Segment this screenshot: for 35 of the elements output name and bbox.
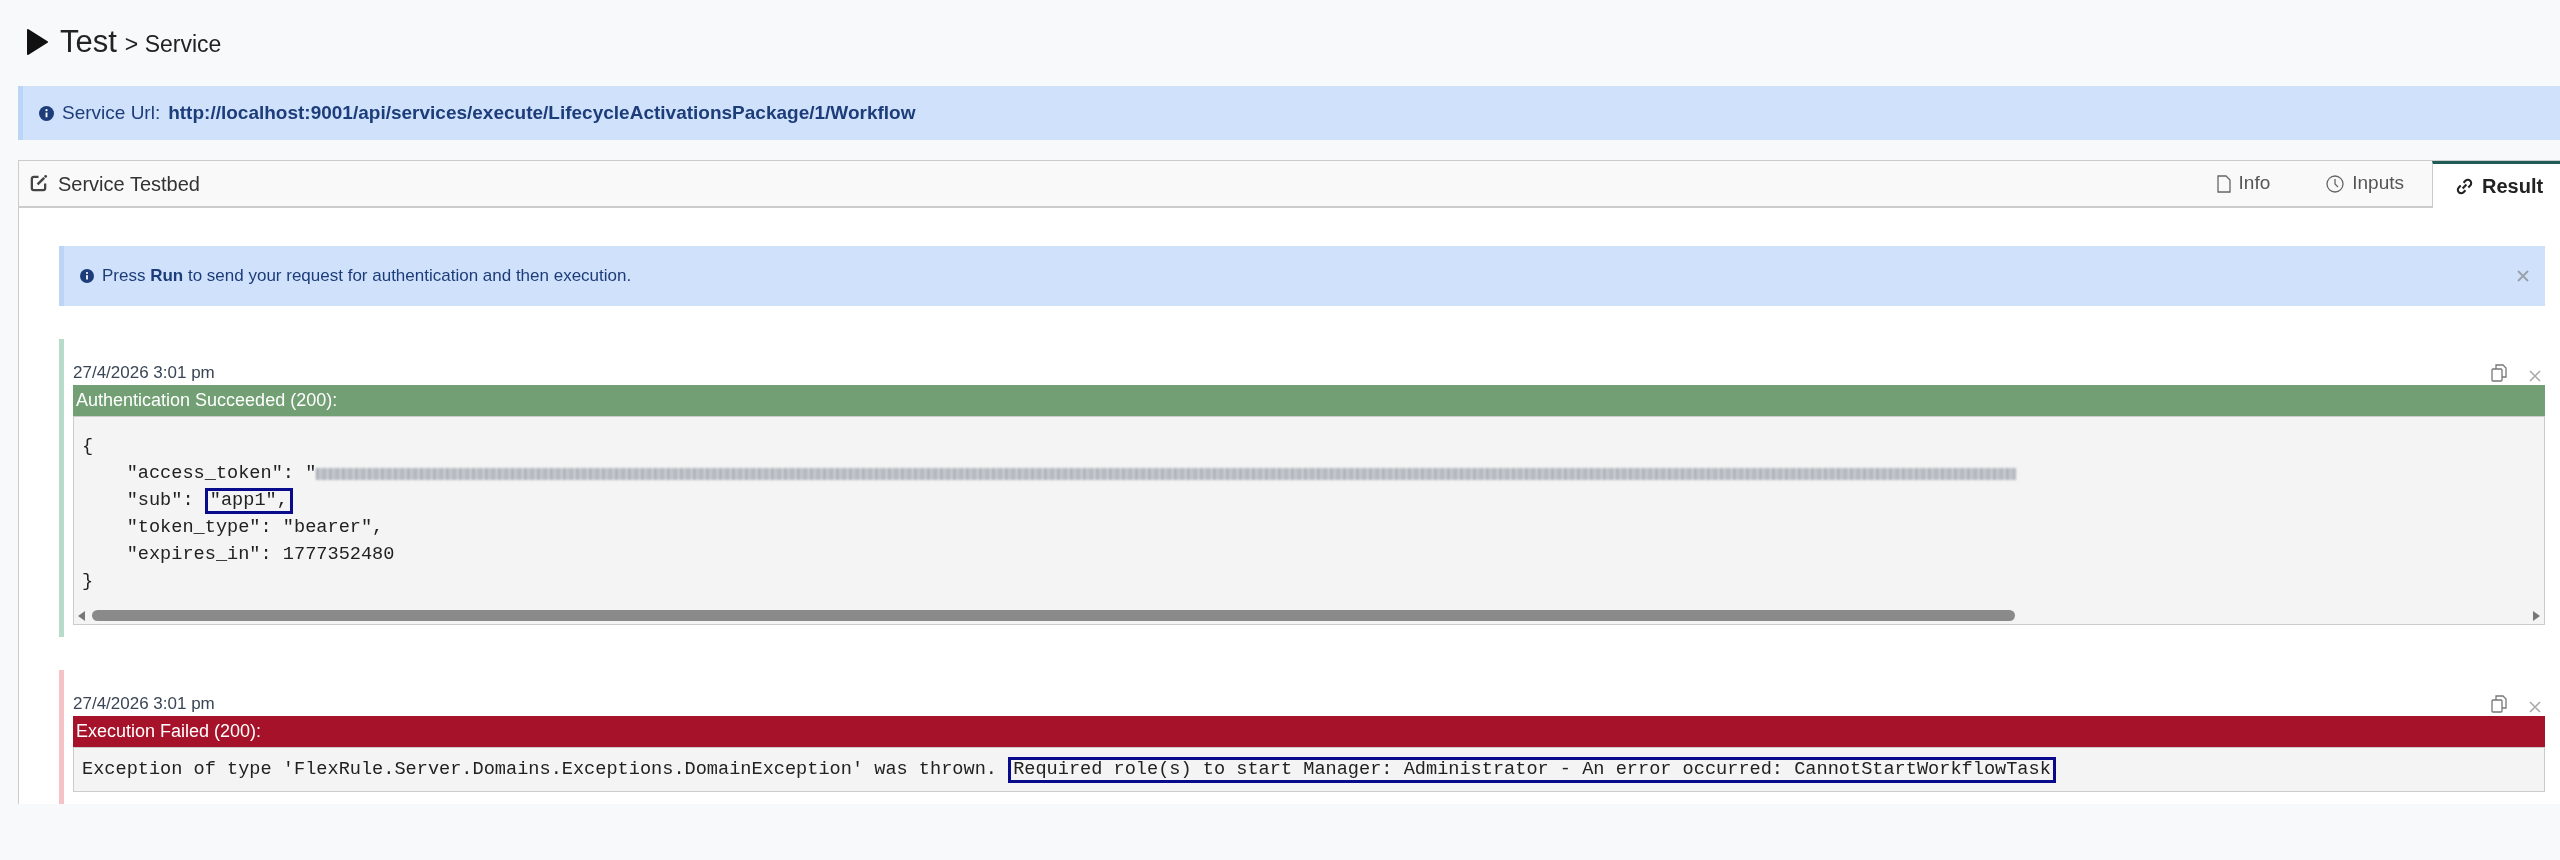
scroll-right-icon[interactable] [2532,610,2540,621]
clock-icon [2326,174,2345,193]
service-url-label: Service Url: [62,100,161,125]
code-text: "expires_in": 1777352480 [125,542,395,567]
alert-message: Press Run to send your request for authentication and then execution. [102,265,633,288]
scroll-left-icon[interactable] [78,610,86,621]
code-text: { [82,434,94,459]
result-status-header: Execution Failed (200): [73,716,2545,747]
copy-button[interactable] [2491,695,2509,713]
tab[interactable]: Info [2188,161,2299,206]
panel-title: Service Testbed [58,171,200,197]
result-status-header: Authentication Succeeded (200): [73,385,2545,416]
info-icon [80,269,94,283]
result-timestamp: 27/4/2026 3:01 pm [73,693,216,716]
link-icon [2455,176,2474,196]
service-url-link[interactable]: http://localhost:9001/api/services/execute/LifecycleActivationsPackage/1/Workflow [168,98,916,128]
page-title: Test [60,22,117,61]
info-icon [39,105,54,121]
highlighted-code: "app1", [204,487,293,514]
close-button[interactable] [2529,700,2543,714]
edit-icon [29,174,48,193]
code-text: Exception of type 'FlexRule.Server.Domains.Exceptions.DomainException' was thrown. [82,757,998,782]
document-icon [2216,174,2231,193]
play-icon [26,29,48,55]
page-breadcrumb: > Service [124,29,222,59]
code-text: "access_token": " [125,461,317,486]
code-text: "token_type": "bearer", [125,515,384,540]
result-timestamp: 27/4/2026 3:01 pm [73,362,216,385]
copy-button[interactable] [2491,364,2509,382]
tab[interactable]: Result [2432,161,2560,208]
tab[interactable]: Inputs [2298,161,2432,206]
close-button[interactable] [2529,369,2543,383]
code-text: "sub": [125,488,195,513]
highlighted-code: Required role(s) to start Manager: Administrator - An error occurred: CannotStartWorkflowTask [1008,756,2056,783]
code-text: } [82,569,94,594]
